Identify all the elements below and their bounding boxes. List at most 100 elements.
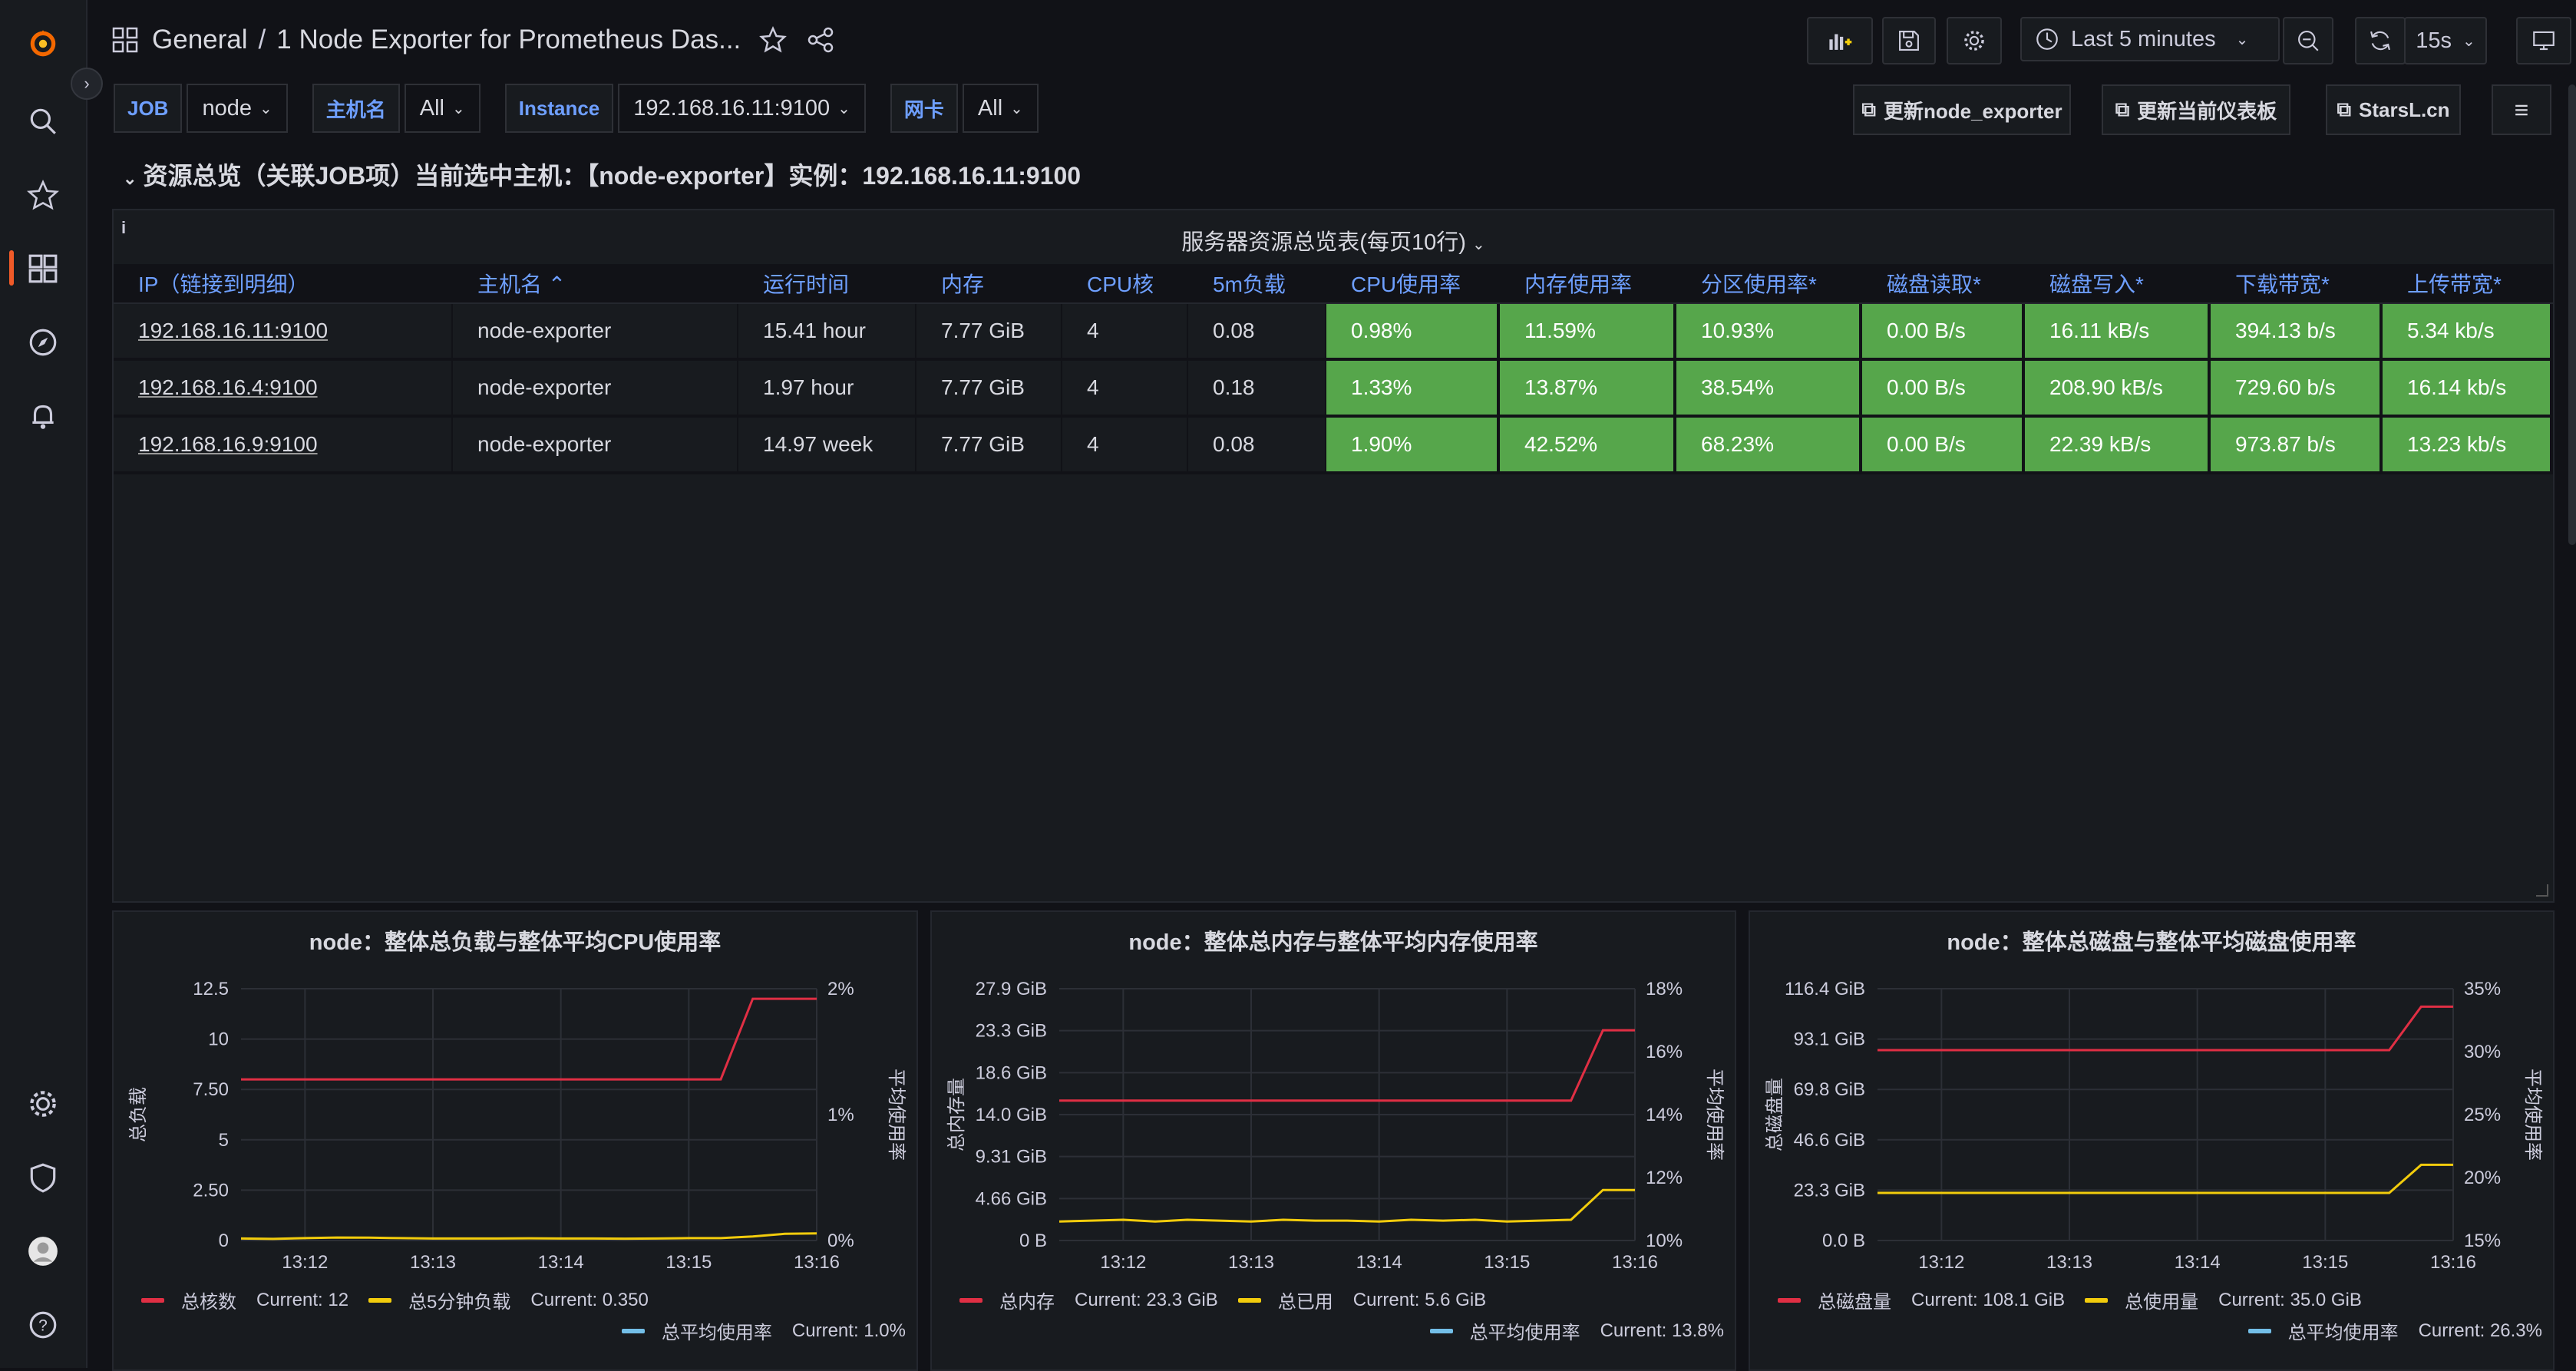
column-header[interactable]: 主机名 ⌃ — [453, 264, 738, 304]
y-axis-label: 总内存量 — [946, 1078, 967, 1151]
share-icon[interactable] — [805, 25, 836, 55]
x-tick-label: 13:12 — [282, 1252, 328, 1273]
y-tick-label: 93.1 GiB — [1794, 1029, 1865, 1050]
panel-title[interactable]: 服务器资源总览表(每页10行) ⌄ — [114, 224, 2553, 256]
external-link-icon: ⧉ — [1861, 97, 1876, 121]
instance-link[interactable]: 192.168.16.4:9100 — [138, 375, 318, 399]
save-icon — [1899, 31, 1919, 51]
legend-series-name[interactable]: 总已用 — [1278, 1287, 1333, 1313]
y2-tick-label: 20% — [2464, 1168, 2501, 1188]
legend-row-right: 总平均使用率 Current: 1.0% — [621, 1317, 906, 1344]
server-admin-shield-icon[interactable] — [23, 1158, 63, 1198]
refresh-icon — [2370, 31, 2390, 51]
refresh-interval-picker[interactable]: 15s ⌄ — [2404, 17, 2487, 64]
chevron-down-icon: ⌄ — [837, 100, 850, 117]
explore-icon[interactable] — [23, 322, 63, 362]
template-variables: JOB node ⌄ 主机名 All ⌄ Instance 192.168.16.1… — [114, 84, 1063, 133]
time-range-picker[interactable]: Last 5 minutes ⌄ — [2020, 17, 2280, 61]
legend-row-right: 总平均使用率 Current: 13.8% — [1429, 1317, 1724, 1344]
variable-select-instance[interactable]: 192.168.16.11:9100 ⌄ — [618, 84, 866, 133]
table-cell: 42.52% — [1500, 418, 1676, 474]
configuration-gear-icon[interactable] — [23, 1084, 63, 1124]
y2-axis-label: 平均使用率 — [1704, 1069, 1725, 1161]
column-header[interactable]: 下载带宽* — [2211, 264, 2383, 304]
grafana-logo-icon[interactable] — [23, 23, 63, 63]
y2-tick-label: 30% — [2464, 1042, 2501, 1062]
variable-label-hostname: 主机名 — [312, 84, 400, 133]
y-tick-label: 0 B — [1019, 1231, 1047, 1251]
alerting-bell-icon[interactable] — [23, 396, 63, 436]
table-cell: 4 — [1062, 304, 1188, 361]
legend-series-name[interactable]: 总平均使用率 — [1470, 1317, 1580, 1344]
dashboards-icon[interactable] — [23, 249, 63, 289]
series-line — [1058, 1188, 1635, 1223]
legend-row: 总磁盘量 Current: 108.1 GiB 总使用量 Current: 35.0… — [1778, 1287, 2382, 1313]
menu-button[interactable]: ≡ — [2492, 84, 2551, 135]
add-panel-button[interactable] — [1807, 17, 1873, 64]
save-dashboard-button[interactable] — [1882, 17, 1936, 64]
column-header[interactable]: CPU使用率 — [1326, 264, 1500, 304]
table-row: 192.168.16.4:9100 node-exporter 1.97 hou… — [114, 361, 2553, 418]
breadcrumb-folder[interactable]: General — [152, 25, 248, 55]
y2-axis-label: 平均使用率 — [2522, 1069, 2543, 1161]
legend-series-name[interactable]: 总磁盘量 — [1818, 1287, 1891, 1313]
legend-swatch — [1237, 1297, 1261, 1303]
link-starsl[interactable]: ⧉ StarsL.cn — [2326, 84, 2461, 135]
y2-tick-label: 15% — [2464, 1231, 2501, 1251]
variable-select-job[interactable]: node ⌄ — [187, 84, 288, 133]
series-line — [1878, 1163, 2453, 1194]
link-update-node-exporter[interactable]: ⧉ 更新node_exporter — [1853, 84, 2071, 135]
column-header[interactable]: 5m负载 — [1188, 264, 1326, 304]
x-tick-label: 13:15 — [665, 1252, 712, 1273]
breadcrumb: General / 1 Node Exporter for Prometheus… — [112, 18, 836, 61]
user-avatar[interactable] — [23, 1231, 63, 1271]
zoom-out-button[interactable] — [2283, 17, 2333, 64]
legend-series-name[interactable]: 总核数 — [181, 1287, 236, 1313]
column-header[interactable]: 分区使用率* — [1676, 264, 1862, 304]
row-header[interactable]: ⌄ 资源总览（关联JOB项）当前选中主机：【node-exporter】实例：19… — [123, 157, 1081, 192]
variable-select-nic[interactable]: All ⌄ — [962, 84, 1039, 133]
page-scrollbar[interactable] — [2568, 84, 2576, 545]
legend-series-name[interactable]: 总使用量 — [2125, 1287, 2198, 1313]
column-header[interactable]: 运行时间 — [738, 264, 916, 304]
instance-link[interactable]: 192.168.16.9:9100 — [138, 432, 318, 456]
variable-label-job: JOB — [114, 84, 183, 133]
table-cell: 1.90% — [1326, 418, 1500, 474]
legend-swatch — [959, 1297, 983, 1303]
starred-icon[interactable] — [23, 175, 63, 215]
table-cell: 0.98% — [1326, 304, 1500, 361]
resource-table-panel: i 服务器资源总览表(每页10行) ⌄ IP（链接到明细） 主机名 ⌃ 运行时间… — [112, 209, 2555, 903]
clock-icon — [2036, 28, 2058, 50]
legend-series-name[interactable]: 总平均使用率 — [2288, 1317, 2399, 1344]
zoom-out-icon — [2298, 31, 2319, 51]
column-header[interactable]: IP（链接到明细） — [114, 264, 453, 304]
chevron-down-icon: ⌄ — [1471, 236, 1485, 253]
search-icon[interactable] — [23, 101, 63, 141]
panel-resize-handle[interactable] — [2536, 884, 2548, 897]
legend-series-name[interactable]: 总5分钟负载 — [408, 1287, 510, 1313]
help-icon[interactable]: ? — [23, 1305, 63, 1345]
x-tick-label: 13:13 — [410, 1252, 456, 1273]
variable-select-hostname[interactable]: All ⌄ — [404, 84, 481, 133]
link-update-dashboard[interactable]: ⧉ 更新当前仪表板 — [2102, 84, 2290, 135]
chevron-down-icon: ⌄ — [1010, 100, 1023, 117]
column-header[interactable]: CPU核 — [1062, 264, 1188, 304]
instance-link[interactable]: 192.168.16.11:9100 — [138, 319, 328, 342]
column-header[interactable]: 内存使用率 — [1500, 264, 1676, 304]
column-header[interactable]: 磁盘读取* — [1862, 264, 2025, 304]
refresh-button[interactable] — [2355, 17, 2406, 64]
table-row: 192.168.16.11:9100 node-exporter 15.41 h… — [114, 304, 2553, 361]
dashboard-title[interactable]: 1 Node Exporter for Prometheus Das... — [276, 25, 741, 55]
legend-row-right: 总平均使用率 Current: 26.3% — [2247, 1317, 2542, 1344]
legend-series-name[interactable]: 总平均使用率 — [662, 1317, 772, 1344]
legend-series-name[interactable]: 总内存 — [999, 1287, 1055, 1313]
column-header[interactable]: 内存 — [916, 264, 1062, 304]
x-tick-label: 13:13 — [1228, 1252, 1274, 1273]
dashboard-settings-button[interactable] — [1947, 17, 2002, 64]
monitor-icon — [2533, 31, 2555, 51]
column-header[interactable]: 上传带宽* — [2383, 264, 2553, 304]
star-dashboard-icon[interactable] — [758, 25, 788, 55]
tv-mode-button[interactable] — [2516, 17, 2571, 64]
column-header[interactable]: 磁盘写入* — [2025, 264, 2211, 304]
x-tick-label: 13:15 — [2302, 1252, 2348, 1273]
